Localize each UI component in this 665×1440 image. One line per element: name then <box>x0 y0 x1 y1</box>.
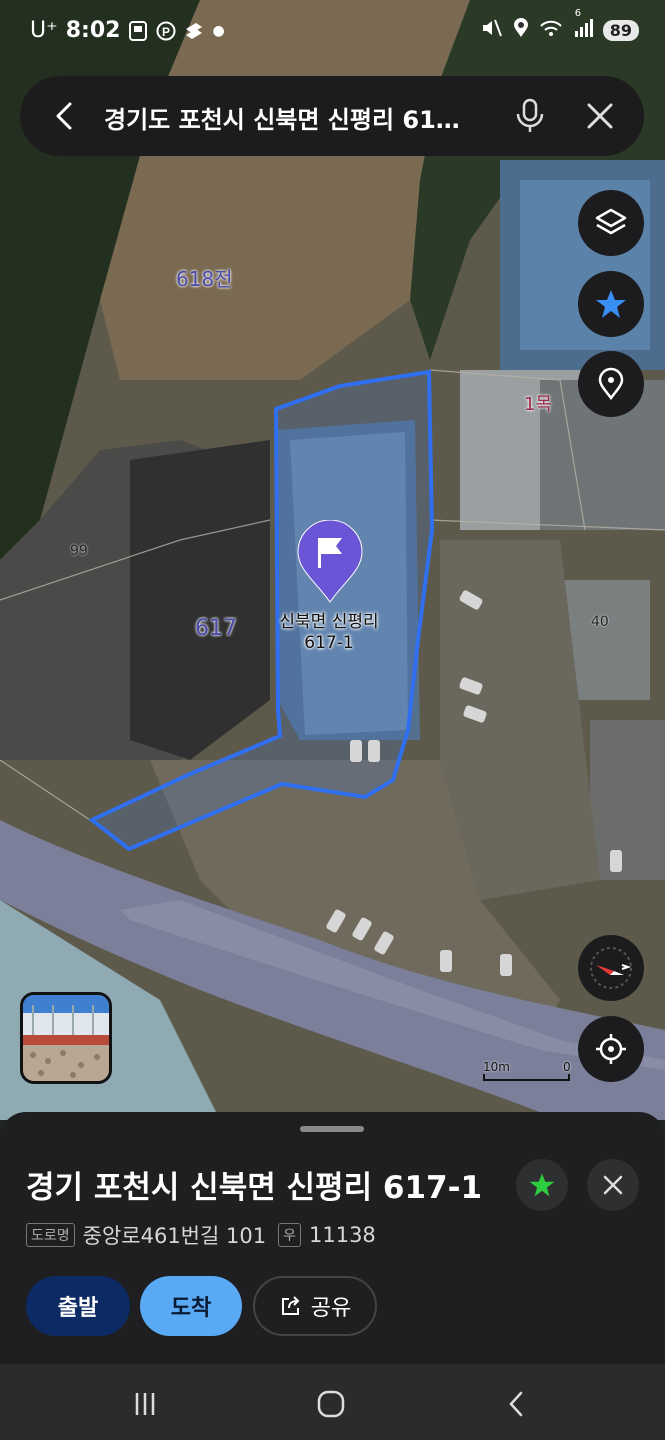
pin-label-line1: 신북면 신평리 <box>279 612 379 632</box>
system-nav-bar <box>0 1364 665 1440</box>
close-icon <box>587 103 613 129</box>
home-icon <box>317 1390 345 1418</box>
postal-code: 11138 <box>308 1223 376 1247</box>
arrive-button[interactable]: 도착 <box>140 1276 242 1336</box>
place-button[interactable] <box>578 351 644 417</box>
star-icon <box>596 290 626 318</box>
parcel-label-617: 617 <box>195 616 237 641</box>
chevron-left-icon <box>56 102 72 130</box>
message-icon <box>128 20 148 41</box>
favorite-button[interactable] <box>516 1159 568 1211</box>
share-button[interactable]: 공유 <box>253 1276 377 1336</box>
search-query[interactable]: 경기도 포천시 신북면 신평리 61… <box>104 100 494 135</box>
signal-icon: 6 <box>573 8 593 43</box>
voice-search-button[interactable] <box>508 94 552 138</box>
share-label: 공유 <box>310 1296 352 1321</box>
star-icon <box>529 1173 555 1197</box>
status-bar: U⁺ 8:02 P ● 6 89 <box>0 0 665 68</box>
close-sheet-button[interactable] <box>587 1159 639 1211</box>
map-scale: 10m 0 <box>483 1060 573 1084</box>
carrier-label: U⁺ <box>30 18 58 43</box>
home-button[interactable] <box>311 1384 351 1424</box>
scale-label-left: 10m <box>483 1060 510 1074</box>
map-view[interactable]: 618전 617 1목 99 40 신북면 신평리 617-1 10m 0 <box>0 0 665 1120</box>
sheet-drag-handle[interactable] <box>300 1126 364 1132</box>
compass-icon <box>590 947 632 989</box>
parcel-label-40: 40 <box>591 614 609 630</box>
signal-badge: 6 <box>574 8 582 19</box>
layers-icon <box>595 208 627 235</box>
road-address: 중앙로461번길 101 <box>82 1224 267 1248</box>
svg-text:P: P <box>162 25 170 39</box>
app-icon <box>184 21 204 41</box>
favorites-button[interactable] <box>578 271 644 337</box>
scale-label-right: 0 <box>563 1060 571 1074</box>
road-address-tag: 도로명 <box>26 1223 75 1247</box>
pin-label-line2: 617-1 <box>304 633 354 653</box>
place-title: 경기 포천시 신북면 신평리 617-1 <box>26 1170 483 1206</box>
system-back-button[interactable] <box>497 1384 537 1424</box>
parcel-label-618: 618전 <box>176 267 233 291</box>
my-location-button[interactable] <box>578 1016 644 1082</box>
location-pin-icon <box>598 367 624 401</box>
search-bar[interactable]: 경기도 포천시 신북면 신평리 61… <box>20 76 644 156</box>
compass-button[interactable] <box>578 935 644 1001</box>
address-row: 도로명 중앙로461번길 101 우 11138 <box>26 1220 376 1250</box>
layers-button[interactable] <box>578 190 644 256</box>
my-location-icon <box>596 1034 626 1064</box>
flag-pin-icon[interactable] <box>296 520 364 604</box>
postal-tag: 우 <box>278 1223 301 1247</box>
location-icon <box>513 18 529 43</box>
parcel-label-99: 99 <box>70 543 88 559</box>
parcel-label-1mok: 1목 <box>524 394 553 415</box>
back-icon <box>509 1391 523 1417</box>
wifi-icon <box>539 18 563 43</box>
place-bottom-sheet[interactable]: 경기 포천시 신북면 신평리 617-1 도로명 중앙로461번길 101 우 … <box>0 1112 665 1364</box>
recent-apps-icon <box>135 1393 155 1415</box>
battery-level: 89 <box>602 20 639 41</box>
clear-search-button[interactable] <box>580 96 620 136</box>
back-button[interactable] <box>46 96 86 136</box>
pin-label: 신북면 신평리 617-1 <box>266 612 392 654</box>
close-icon <box>603 1175 623 1195</box>
roadview-thumbnail[interactable] <box>20 992 112 1084</box>
mic-icon <box>516 98 544 132</box>
clock: 8:02 <box>65 18 121 43</box>
mute-icon <box>481 18 503 43</box>
recent-apps-button[interactable] <box>125 1384 165 1424</box>
share-icon <box>281 1296 300 1315</box>
parking-icon: P <box>156 21 176 41</box>
depart-button[interactable]: 출발 <box>26 1276 130 1336</box>
